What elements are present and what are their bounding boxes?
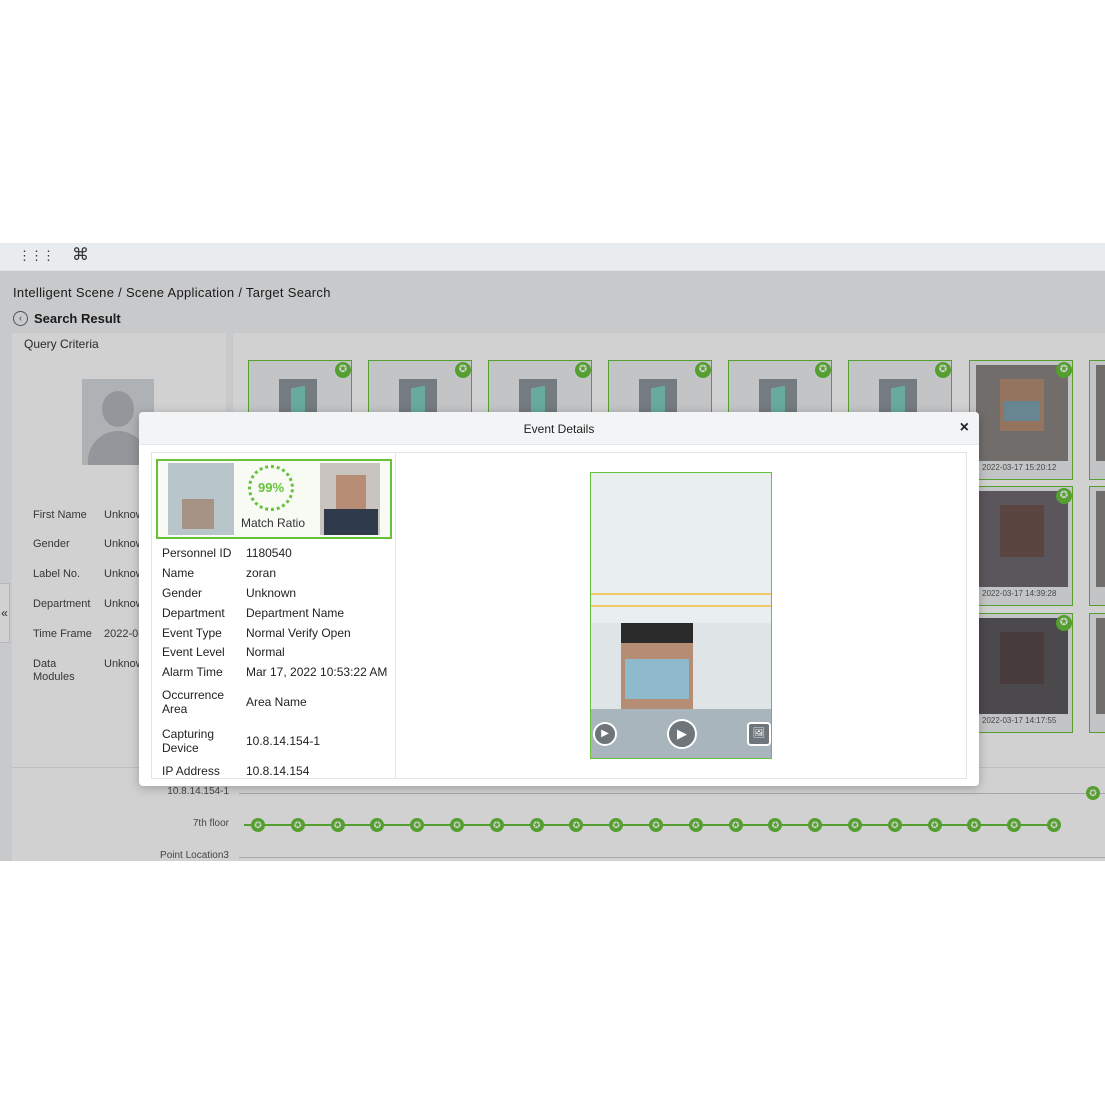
modal-body: 99% Match Ratio Personnel ID 1180540 Name… <box>151 452 967 779</box>
info-value: 10.8.14.154-1 <box>246 734 321 748</box>
command-icon[interactable]: ⌘ <box>72 245 89 265</box>
play-small-icon[interactable]: ▶ <box>593 722 617 746</box>
info-label: IP Address <box>162 764 220 778</box>
screenshot: ⋮⋮⋮ ⌘ Intelligent Scene / Scene Applicat… <box>0 243 1105 861</box>
light-stripe <box>591 605 771 607</box>
captured-face-image[interactable] <box>168 463 234 535</box>
info-label: Department <box>162 606 225 620</box>
info-label: Capturing Device <box>162 727 215 755</box>
light-stripe <box>591 593 771 595</box>
play-icon[interactable]: ▶ <box>667 719 697 749</box>
info-value: zoran <box>246 566 277 580</box>
info-value: Normal Verify Open <box>246 626 351 640</box>
info-value: 10.8.14.154 <box>246 764 310 778</box>
info-label: Name <box>162 566 195 580</box>
info-value: Area Name <box>246 695 307 709</box>
modal-header: Event Details × <box>139 412 979 445</box>
modal-title: Event Details <box>523 422 595 436</box>
info-label: Personnel ID <box>162 546 232 560</box>
info-label: Event Type <box>162 626 222 640</box>
person-face <box>621 623 693 713</box>
info-label: Gender <box>162 586 203 600</box>
info-value: 1180540 <box>246 546 292 560</box>
close-icon[interactable]: × <box>960 419 969 437</box>
info-value: Unknown <box>246 586 297 600</box>
apps-grid-icon[interactable]: ⋮⋮⋮ <box>18 248 55 264</box>
event-video-frame[interactable]: ▶ ▶ 🖼 <box>590 472 772 759</box>
personnel-photo[interactable] <box>320 463 380 535</box>
info-label: Alarm Time <box>162 665 223 679</box>
top-bar: ⋮⋮⋮ ⌘ <box>0 243 1105 271</box>
info-label: Event Level <box>162 645 225 659</box>
snapshot-icon[interactable]: 🖼 <box>747 722 771 746</box>
info-value: Mar 17, 2022 10:53:22 AM <box>246 665 388 679</box>
event-details-modal: Event Details × 99% Match Ratio Personne… <box>139 412 979 786</box>
ceiling-background <box>591 473 771 623</box>
event-info-column: 99% Match Ratio Personnel ID 1180540 Name… <box>152 453 396 778</box>
info-label: Occurrence Area <box>162 688 225 716</box>
match-box: 99% Match Ratio <box>156 459 392 539</box>
info-value: Normal <box>246 645 285 659</box>
match-ratio-label: Match Ratio <box>240 516 306 530</box>
info-value: Department Name <box>246 606 345 620</box>
match-ratio-ring: 99% <box>248 465 294 511</box>
